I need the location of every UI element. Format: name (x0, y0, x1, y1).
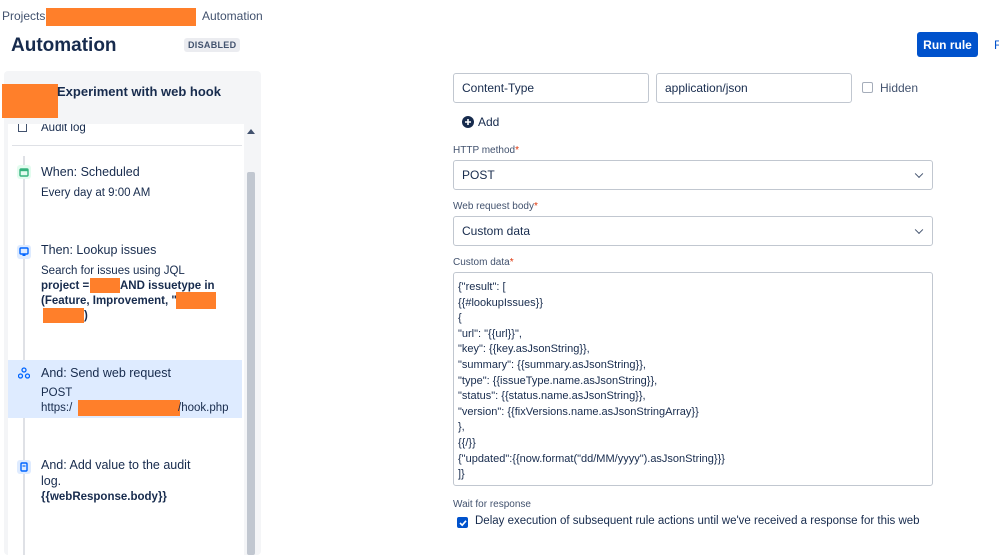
steps-scrollbar[interactable] (244, 124, 258, 555)
audit-log-icon (17, 460, 31, 474)
page-title: Automation (11, 35, 117, 56)
delay-execution-text: Delay execution of subsequent rule actio… (475, 515, 920, 527)
code-line: "key": {{key.asJsonString}}, (458, 343, 590, 356)
custom-data-label: Custom data* (453, 257, 514, 268)
http-method-value: POST (462, 168, 495, 182)
custom-data-label-text: Custom data (453, 257, 510, 268)
chevron-down-icon (914, 225, 924, 235)
hidden-label: Hidden (880, 81, 919, 95)
hidden-checkbox[interactable] (862, 82, 873, 93)
required-marker: * (509, 257, 514, 268)
divider (12, 145, 242, 146)
jql-types: (Feature, Improvement, " (41, 295, 177, 307)
delay-execution-checkbox[interactable] (457, 517, 468, 528)
code-line: }, (458, 421, 465, 434)
redacted-issue-type-2 (43, 308, 84, 323)
audit-log-item[interactable]: Audit log (8, 124, 244, 146)
web-request-body-label: Web request body* (453, 201, 538, 212)
step-title: And: Add value to the audit (41, 458, 191, 472)
step-lookup-issues[interactable]: Then: Lookup issues Search for issues us… (8, 239, 242, 329)
web-request-body-label-text: Web request body (453, 201, 534, 212)
scroll-up-arrow-icon[interactable] (247, 128, 255, 134)
http-method-label: HTTP method* (453, 145, 519, 156)
step-send-web-request[interactable]: And: Send web request POST https:/ /hook… (8, 360, 242, 418)
jql-project: project = (41, 280, 90, 292)
checkmark-icon (458, 519, 467, 526)
audit-log-label: Audit log (41, 124, 86, 134)
audit-value: {{webResponse.body}} (41, 491, 167, 503)
http-method-label-text: HTTP method (453, 145, 516, 156)
header-name-input[interactable]: Content-Type (453, 73, 649, 103)
audit-log-icon (18, 124, 27, 132)
calendar-icon (17, 165, 31, 179)
status-badge: DISABLED (184, 38, 241, 52)
code-line: "type": {{issueType.name.asJsonString}}, (458, 374, 658, 387)
breadcrumb: Projects Automation (2, 8, 282, 26)
http-method-select[interactable]: POST (453, 160, 933, 190)
rule-steps-list: Audit log When: Scheduled Every day at 9… (8, 124, 258, 555)
scroll-thumb[interactable] (247, 172, 255, 555)
step-description: Every day at 9:00 AM (41, 187, 151, 199)
required-marker: * (533, 201, 538, 212)
wait-for-response-label: Wait for response (453, 499, 531, 510)
request-url-end: /hook.php (178, 402, 229, 414)
code-line: "url": "{{url}}", (458, 327, 522, 340)
code-line: {"updated":{{now.format("dd/MM/yyyy").as… (458, 452, 725, 465)
code-line: "status": {{status.name.asJsonString}}, (458, 390, 646, 403)
web-request-body-value: Custom data (462, 224, 531, 238)
code-line: ]} (458, 468, 465, 481)
step-title: And: Send web request (41, 366, 171, 380)
chevron-down-icon (914, 169, 924, 179)
breadcrumb-automation-link[interactable]: Automation (202, 9, 263, 23)
rule-name: Experiment with web hook (57, 84, 221, 99)
code-line: {"result": [ (458, 281, 506, 293)
jql-close: ) (84, 310, 88, 322)
run-rule-button[interactable]: Run rule (917, 32, 978, 57)
code-line: {{/}} (458, 436, 476, 449)
step-description: Search for issues using JQL (41, 265, 185, 277)
redacted-project-name (46, 8, 196, 26)
step-title-continued: log. (41, 474, 62, 488)
search-issues-icon (17, 245, 31, 259)
redacted-rule-icon (2, 84, 58, 118)
header-value-input[interactable]: application/json (656, 73, 852, 103)
plus-circle-icon (462, 116, 474, 128)
step-add-audit-value[interactable]: And: Add value to the audit log. {{webRe… (8, 455, 242, 510)
code-line: "version": {{fixVersions.name.asJsonStri… (458, 405, 699, 418)
web-request-body-select[interactable]: Custom data (453, 216, 933, 246)
add-header-button[interactable]: Add (462, 115, 512, 131)
step-when-scheduled[interactable]: When: Scheduled Every day at 9:00 AM (8, 160, 242, 210)
step-title: When: Scheduled (41, 165, 140, 179)
code-line: "summary": {{summary.asJsonString}}, (458, 358, 646, 371)
redacted-project-key (90, 278, 120, 293)
add-label: Add (478, 115, 500, 129)
code-line: {{#lookupIssues}} (458, 296, 544, 309)
custom-data-textarea[interactable]: {"result": [ {{#lookupIssues}} { "url": … (453, 272, 933, 486)
cut-off-header-link[interactable]: F (994, 38, 999, 52)
step-title: Then: Lookup issues (41, 243, 157, 257)
request-url-start: https:/ (41, 402, 73, 414)
required-marker: * (515, 145, 519, 156)
webhook-icon (17, 366, 31, 380)
redacted-issue-type (176, 292, 216, 309)
code-line: { (458, 312, 462, 325)
rule-panel: Experiment with web hook Audit log When:… (2, 71, 261, 555)
redacted-url (78, 400, 180, 416)
breadcrumb-projects-link[interactable]: Projects (2, 9, 45, 23)
request-method: POST (41, 387, 73, 399)
